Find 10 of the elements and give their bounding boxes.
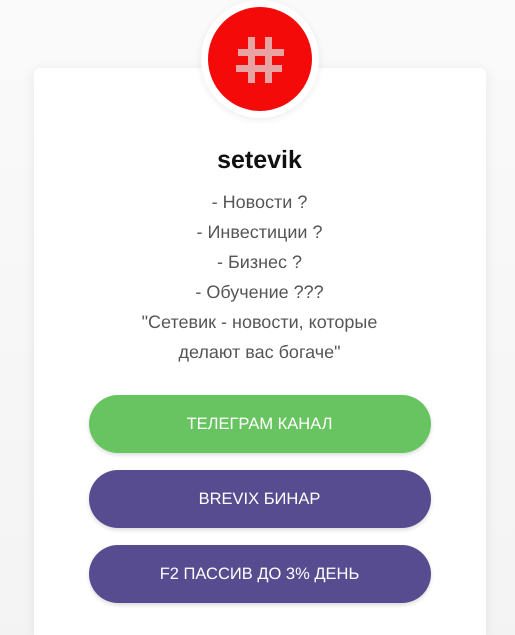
profile-name: setevik — [217, 146, 302, 175]
description-line: - Обучение ??? — [195, 281, 324, 304]
description-line: - Инвестиции ? — [196, 221, 322, 244]
hashtag-logo-icon — [208, 7, 312, 111]
description-line: - Бизнес ? — [216, 251, 302, 274]
description-line: - Новости ? — [212, 191, 308, 214]
link-button[interactable]: BREVIX БИНАР — [88, 470, 430, 528]
description-line: "Сетевик - новости, которые — [142, 311, 378, 334]
link-button[interactable]: F2 ПАССИВ ДО 3% ДЕНЬ — [88, 545, 430, 603]
description-line: делают вас богаче" — [178, 341, 341, 364]
